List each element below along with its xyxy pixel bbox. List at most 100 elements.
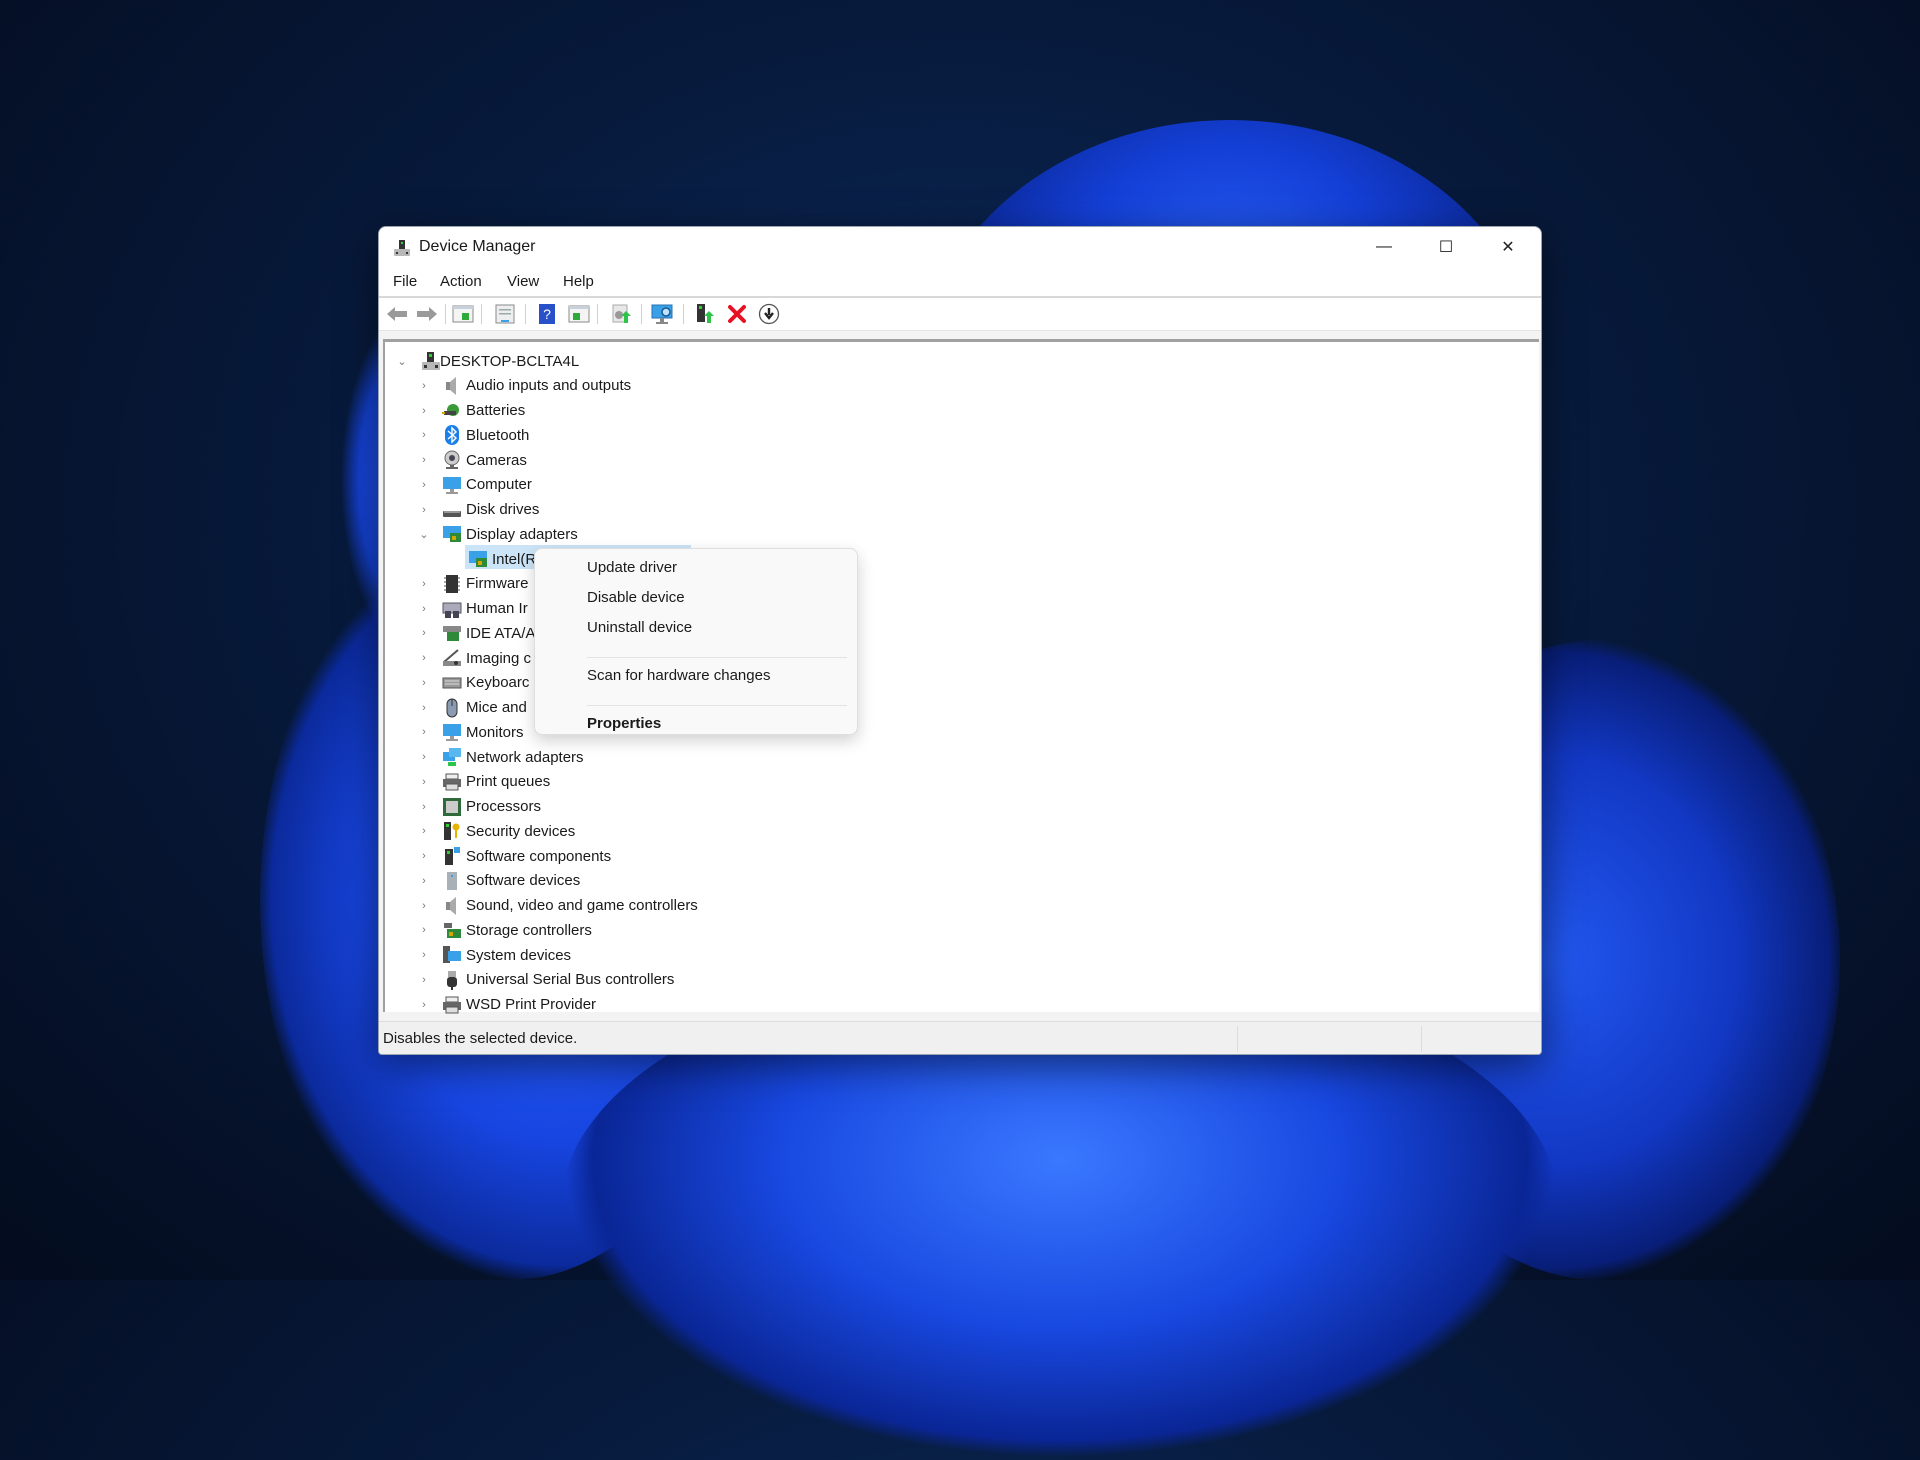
chevron-right-icon[interactable]: › bbox=[419, 627, 429, 639]
chevron-right-icon[interactable]: › bbox=[419, 776, 429, 788]
properties-button[interactable] bbox=[493, 303, 517, 325]
chevron-right-icon[interactable]: › bbox=[419, 751, 429, 763]
chevron-right-icon[interactable]: › bbox=[419, 801, 429, 813]
chevron-right-icon[interactable]: › bbox=[419, 479, 429, 491]
minimize-button[interactable]: — bbox=[1353, 227, 1415, 267]
chevron-right-icon[interactable]: › bbox=[419, 850, 429, 862]
scan-hardware-button[interactable] bbox=[651, 303, 675, 325]
chevron-right-icon[interactable]: › bbox=[419, 429, 429, 441]
bluetooth-icon bbox=[445, 425, 459, 446]
minimize-icon: — bbox=[1376, 238, 1392, 255]
maximize-button[interactable]: ☐ bbox=[1415, 227, 1477, 267]
chevron-right-icon[interactable]: › bbox=[419, 949, 429, 961]
scan-hardware-icon bbox=[651, 304, 673, 324]
tree-category[interactable]: › Sound, video and game controllers bbox=[385, 894, 985, 918]
title-bar[interactable]: Device Manager — ☐ ✕ bbox=[379, 227, 1541, 267]
tree-category[interactable]: › Software components bbox=[385, 844, 985, 868]
chevron-right-icon[interactable]: › bbox=[419, 974, 429, 986]
tree-root[interactable]: ⌄ DESKTOP-BCLTA4L bbox=[385, 349, 985, 373]
status-text: Disables the selected device. bbox=[383, 1030, 578, 1047]
tree-category[interactable]: › Processors bbox=[385, 795, 985, 819]
tree-category[interactable]: › Print queues bbox=[385, 770, 985, 794]
toolbar-separator bbox=[481, 304, 482, 324]
toolbar-separator bbox=[683, 304, 684, 324]
tree-category[interactable]: ⌄ Display adapters bbox=[385, 522, 985, 546]
tree-category[interactable]: › Security devices bbox=[385, 819, 985, 843]
tree-category[interactable]: › Software devices bbox=[385, 869, 985, 893]
menu-action[interactable]: Action bbox=[440, 273, 482, 290]
chevron-right-icon[interactable]: › bbox=[419, 405, 429, 417]
toolbar-separator bbox=[597, 304, 598, 324]
tree-category[interactable]: › System devices bbox=[385, 943, 985, 967]
chevron-right-icon[interactable]: › bbox=[419, 454, 429, 466]
tree-category-label: Storage controllers bbox=[466, 921, 592, 939]
disk-icon bbox=[443, 510, 461, 517]
tree-category[interactable]: › WSD Print Provider bbox=[385, 993, 985, 1017]
tree-category[interactable]: › Audio inputs and outputs bbox=[385, 374, 985, 398]
action-pane-icon bbox=[568, 305, 590, 323]
context-menu-uninstall-device[interactable]: Uninstall device bbox=[587, 619, 692, 636]
scanner-icon bbox=[443, 649, 461, 666]
sw-device-icon bbox=[447, 871, 457, 890]
close-button[interactable]: ✕ bbox=[1477, 227, 1539, 267]
tree-category-label: System devices bbox=[466, 946, 572, 964]
chevron-right-icon[interactable]: › bbox=[419, 380, 429, 392]
enable-device-button[interactable] bbox=[693, 303, 717, 325]
menu-file[interactable]: File bbox=[393, 273, 417, 290]
back-icon bbox=[387, 307, 407, 321]
tree-category-label: Network adapters bbox=[466, 748, 584, 766]
back-button[interactable] bbox=[385, 303, 409, 325]
tree-device-label: Intel(R bbox=[492, 550, 537, 568]
chevron-right-icon[interactable]: › bbox=[419, 825, 429, 837]
chevron-down-icon[interactable]: ⌄ bbox=[419, 528, 429, 541]
context-menu-update-driver[interactable]: Update driver bbox=[587, 559, 677, 576]
sw-component-icon bbox=[445, 847, 460, 865]
chevron-right-icon[interactable]: › bbox=[419, 702, 429, 714]
tree-category[interactable]: › Computer bbox=[385, 473, 985, 497]
chevron-right-icon[interactable]: › bbox=[419, 875, 429, 887]
chevron-right-icon[interactable]: › bbox=[419, 652, 429, 664]
menu-help[interactable]: Help bbox=[563, 273, 594, 290]
chevron-right-icon[interactable]: › bbox=[419, 726, 429, 738]
chevron-right-icon[interactable]: › bbox=[419, 603, 429, 615]
chevron-right-icon[interactable]: › bbox=[419, 900, 429, 912]
chevron-right-icon[interactable]: › bbox=[419, 924, 429, 936]
tree-category[interactable]: › Disk drives bbox=[385, 498, 985, 522]
hid-icon bbox=[442, 602, 462, 618]
update-driver-button[interactable] bbox=[609, 303, 633, 325]
show-action-pane-button[interactable] bbox=[567, 303, 591, 325]
context-menu-disable-device[interactable]: Disable device bbox=[587, 589, 685, 606]
menu-view[interactable]: View bbox=[507, 273, 539, 290]
status-bar: Disables the selected device. bbox=[379, 1021, 1541, 1054]
chevron-right-icon[interactable]: › bbox=[419, 504, 429, 516]
tree-category[interactable]: › Batteries bbox=[385, 399, 985, 423]
chevron-right-icon[interactable]: › bbox=[419, 677, 429, 689]
uninstall-device-icon bbox=[728, 305, 746, 323]
show-hide-console-tree-button[interactable] bbox=[451, 303, 475, 325]
context-menu-properties[interactable]: Properties bbox=[587, 715, 661, 732]
tree-category[interactable]: › Storage controllers bbox=[385, 918, 985, 942]
tree-category-label: Software components bbox=[466, 847, 612, 865]
forward-button[interactable] bbox=[415, 303, 439, 325]
forward-icon bbox=[417, 307, 437, 321]
tree-category-label: Firmware bbox=[466, 575, 529, 593]
disable-device-button[interactable] bbox=[757, 303, 781, 325]
tree-category-label: WSD Print Provider bbox=[466, 996, 597, 1013]
help-button[interactable]: ? bbox=[535, 303, 559, 325]
tree-category-label: Keyboarc bbox=[466, 674, 530, 692]
tree-category[interactable]: › Bluetooth bbox=[385, 423, 985, 447]
uninstall-device-button[interactable] bbox=[725, 303, 749, 325]
chip-icon bbox=[444, 574, 460, 593]
tree-category[interactable]: › Cameras bbox=[385, 448, 985, 472]
tree-category-label: Audio inputs and outputs bbox=[466, 377, 632, 395]
chevron-right-icon[interactable]: › bbox=[419, 999, 429, 1011]
tree-category[interactable]: › Network adapters bbox=[385, 745, 985, 769]
device-manager-icon bbox=[394, 240, 410, 256]
tree-category[interactable]: › Universal Serial Bus controllers bbox=[385, 968, 985, 992]
tree-category-label: Universal Serial Bus controllers bbox=[466, 971, 675, 989]
chevron-right-icon[interactable]: › bbox=[419, 578, 429, 590]
printer-icon bbox=[443, 773, 461, 791]
context-menu-scan-for-hardware-changes[interactable]: Scan for hardware changes bbox=[587, 667, 770, 684]
chevron-down-icon[interactable]: ⌄ bbox=[397, 355, 407, 368]
tree-root-label: DESKTOP-BCLTA4L bbox=[440, 352, 580, 370]
